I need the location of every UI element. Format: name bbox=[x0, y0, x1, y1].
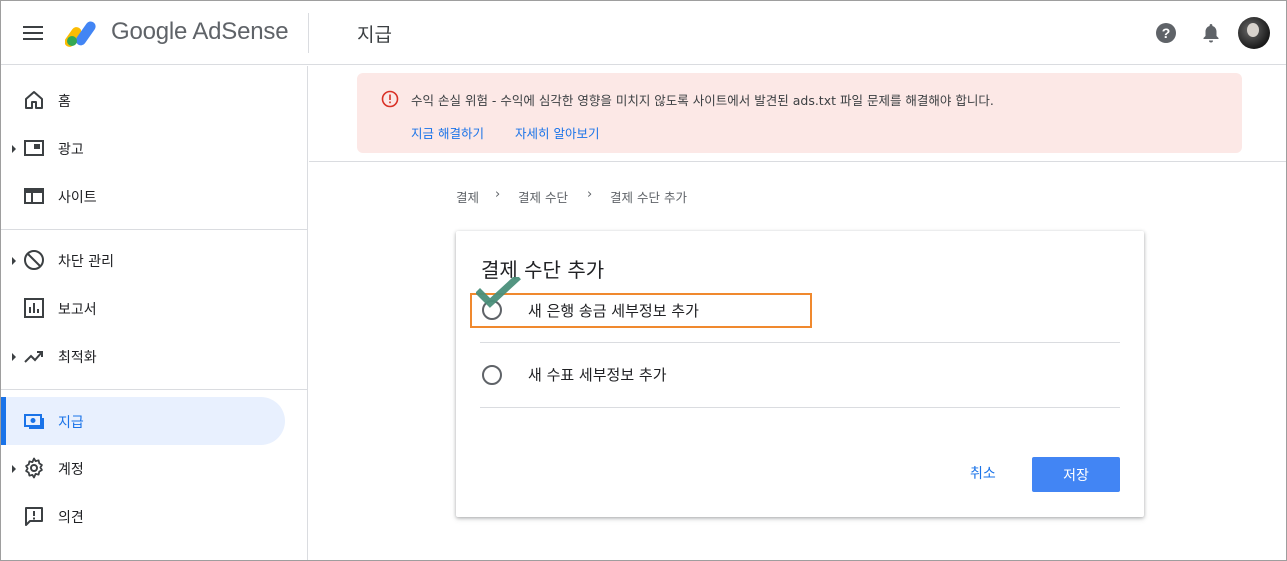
sidebar-item-label: 보고서 bbox=[58, 302, 97, 318]
sidebar-item-feedback[interactable]: 의견 bbox=[1, 492, 285, 540]
feedback-icon bbox=[25, 507, 43, 526]
sidebar-divider bbox=[1, 229, 307, 230]
svg-text:?: ? bbox=[1162, 25, 1171, 41]
sidebar-item-sites[interactable]: 사이트 bbox=[1, 172, 285, 220]
payments-icon bbox=[24, 414, 44, 429]
sidebar-item-payments[interactable]: 지급 bbox=[1, 397, 285, 445]
fix-now-link[interactable]: 지금 해결하기 bbox=[411, 123, 484, 142]
sidebar-divider bbox=[1, 389, 307, 390]
learn-more-link[interactable]: 자세히 알아보기 bbox=[515, 123, 599, 142]
block-icon bbox=[24, 250, 44, 270]
adsense-logo-icon bbox=[65, 21, 96, 47]
sidebar-item-home[interactable]: 홈 bbox=[1, 76, 285, 124]
sidebar-item-label: 계정 bbox=[58, 462, 84, 478]
breadcrumb-item-payments[interactable]: 결제 bbox=[456, 187, 479, 206]
radio-button[interactable] bbox=[482, 365, 502, 385]
sidebar-item-label: 광고 bbox=[58, 142, 84, 158]
option-label: 새 수표 세부정보 추가 bbox=[528, 366, 667, 384]
top-app-bar: Google AdSense 지급 ? bbox=[1, 1, 1286, 65]
sites-icon bbox=[24, 188, 44, 204]
sidebar-item-label: 최적화 bbox=[58, 350, 97, 366]
gear-icon bbox=[25, 457, 43, 479]
expand-caret-icon[interactable] bbox=[12, 257, 16, 265]
menu-icon[interactable] bbox=[23, 23, 45, 43]
sidebar-item-label: 사이트 bbox=[58, 190, 97, 206]
check-option[interactable]: 새 수표 세부정보 추가 bbox=[480, 343, 1120, 407]
expand-caret-icon[interactable] bbox=[12, 465, 16, 473]
sidebar-item-label: 의견 bbox=[58, 510, 84, 526]
content-divider bbox=[309, 161, 1286, 162]
sidebar-item-label: 지급 bbox=[58, 415, 84, 431]
page-title: 지급 bbox=[357, 24, 392, 46]
sidebar-item-optimization[interactable]: 최적화 bbox=[1, 332, 285, 380]
sidebar-item-ads[interactable]: 광고 bbox=[1, 124, 285, 172]
home-icon bbox=[25, 91, 43, 109]
breadcrumb-item-payment-methods[interactable]: 결제 수단 bbox=[518, 187, 568, 206]
ads-icon bbox=[24, 140, 44, 156]
help-icon[interactable]: ? bbox=[1155, 22, 1177, 44]
adsense-window: Google AdSense 지급 ? 홈 광고 사이트 차단 관리 보고서 최… bbox=[0, 0, 1287, 561]
sidebar-item-label: 홈 bbox=[58, 94, 71, 110]
chevron-right-icon: › bbox=[587, 187, 593, 202]
add-payment-method-card: 결제 수단 추가 새 은행 송금 세부정보 추가 새 수표 세부정보 추가 취소… bbox=[456, 231, 1144, 517]
sidebar-item-label: 차단 관리 bbox=[58, 254, 114, 270]
ads-txt-alert-banner: 수익 손실 위험 - 수익에 심각한 영향을 미치지 않도록 사이트에서 발견된… bbox=[357, 73, 1242, 153]
checkmark-icon bbox=[476, 277, 521, 308]
expand-caret-icon[interactable] bbox=[12, 353, 16, 361]
header-divider bbox=[308, 13, 309, 53]
sidebar-item-blocking[interactable]: 차단 관리 bbox=[1, 236, 285, 284]
alert-message: 수익 손실 위험 - 수익에 심각한 영향을 미치지 않도록 사이트에서 발견된… bbox=[411, 93, 994, 108]
cancel-button[interactable]: 취소 bbox=[970, 463, 996, 483]
breadcrumb-item-add-payment-method: 결제 수단 추가 bbox=[610, 190, 687, 205]
notifications-icon[interactable] bbox=[1200, 22, 1222, 44]
sidebar-item-account[interactable]: 계정 bbox=[1, 444, 285, 492]
sidebar-item-reports[interactable]: 보고서 bbox=[1, 284, 285, 332]
option-divider bbox=[480, 407, 1120, 408]
avatar[interactable] bbox=[1238, 17, 1270, 49]
expand-caret-icon[interactable] bbox=[12, 145, 16, 153]
product-name: Google AdSense bbox=[111, 18, 289, 45]
chevron-right-icon: › bbox=[495, 187, 501, 202]
save-button[interactable]: 저장 bbox=[1032, 457, 1120, 492]
reports-icon bbox=[24, 298, 44, 318]
error-icon bbox=[381, 90, 399, 108]
sidebar: 홈 광고 사이트 차단 관리 보고서 최적화 지급 계정 의견 bbox=[1, 66, 308, 560]
trending-up-icon bbox=[24, 351, 43, 363]
